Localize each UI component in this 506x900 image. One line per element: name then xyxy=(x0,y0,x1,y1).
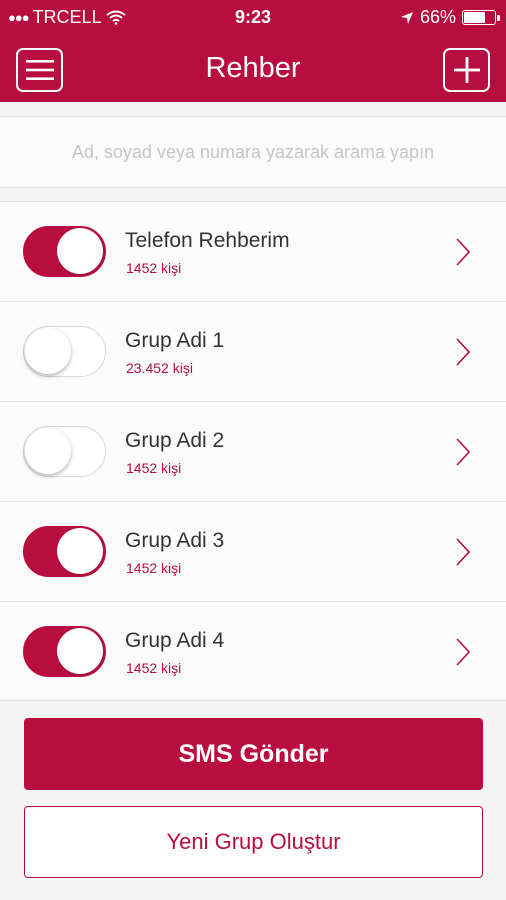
group-count: 1452 kişi xyxy=(126,660,182,676)
group-toggle[interactable] xyxy=(23,426,106,477)
group-row[interactable]: Telefon Rehberim 1452 kişi xyxy=(0,201,506,301)
location-arrow-icon xyxy=(400,11,413,24)
send-sms-button[interactable]: SMS Gönder xyxy=(24,718,483,790)
toggle-knob xyxy=(57,628,103,674)
group-row[interactable]: Grup Adi 3 1452 kişi xyxy=(0,501,506,601)
add-button[interactable] xyxy=(443,48,490,92)
toggle-knob xyxy=(25,428,71,474)
battery-percentage: 66% xyxy=(419,7,456,27)
chevron-right-icon xyxy=(456,638,470,666)
group-count: 1452 kişi xyxy=(126,260,182,276)
toggle-knob xyxy=(57,528,103,574)
plus-icon xyxy=(453,57,480,83)
group-count: 23.452 kişi xyxy=(126,360,193,376)
status-right: 66% xyxy=(400,7,500,28)
status-bar: ●●● TRCELL 9:23 66% xyxy=(0,0,506,36)
group-count: 1452 kişi xyxy=(126,460,182,476)
group-row[interactable]: Grup Adi 1 23.452 kişi xyxy=(0,301,506,401)
group-name: Telefon Rehberim xyxy=(125,229,290,252)
group-row[interactable]: Grup Adi 2 1452 kişi xyxy=(0,401,506,501)
chevron-right-icon xyxy=(456,538,470,566)
group-list: Telefon Rehberim 1452 kişi Grup Adi 1 23… xyxy=(0,201,506,701)
toggle-knob xyxy=(57,228,103,274)
page-title: Rehber xyxy=(205,52,301,84)
group-toggle[interactable] xyxy=(23,626,106,677)
group-name: Grup Adi 1 xyxy=(125,329,225,352)
chevron-right-icon xyxy=(456,338,470,366)
chevron-right-icon xyxy=(456,238,470,266)
toggle-knob xyxy=(25,328,71,374)
group-name: Grup Adi 2 xyxy=(125,429,225,452)
chevron-right-icon xyxy=(456,438,470,466)
group-toggle[interactable] xyxy=(23,226,106,277)
group-name: Grup Adi 3 xyxy=(125,529,225,552)
search-area xyxy=(0,116,506,188)
group-toggle[interactable] xyxy=(23,526,106,577)
search-input[interactable] xyxy=(0,117,506,187)
new-group-button[interactable]: Yeni Grup Oluştur xyxy=(24,806,483,878)
battery-icon xyxy=(462,10,500,25)
group-row[interactable]: Grup Adi 4 1452 kişi xyxy=(0,601,506,701)
group-toggle[interactable] xyxy=(23,326,106,377)
battery-fill xyxy=(464,12,486,23)
group-count: 1452 kişi xyxy=(126,560,182,576)
app-header: ●●● TRCELL 9:23 66% Rehber xyxy=(0,0,506,102)
navigation-bar: Rehber xyxy=(0,44,506,96)
group-name: Grup Adi 4 xyxy=(125,629,225,652)
